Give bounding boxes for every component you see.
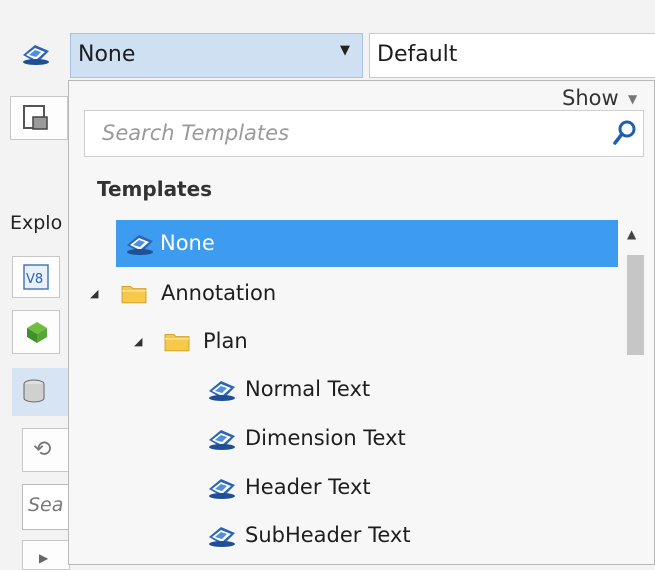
- dropdown-arrow-icon[interactable]: ▼: [340, 43, 350, 58]
- refresh-button[interactable]: ⟲: [22, 428, 70, 472]
- text-style-icon: [209, 381, 235, 401]
- explorer-search-placeholder: Sea: [28, 494, 64, 516]
- collapse-arrow-icon[interactable]: ◢: [90, 287, 98, 300]
- show-button[interactable]: Show: [562, 86, 619, 110]
- folder-icon: [121, 285, 147, 304]
- tree-item-subheader-text[interactable]: SubHeader Text: [245, 520, 411, 550]
- model-icon: [27, 322, 47, 343]
- text-style-icon: [127, 235, 153, 255]
- tree-item-header-text[interactable]: Header Text: [245, 472, 371, 502]
- tree-item-none[interactable]: None: [116, 220, 618, 267]
- search-icon[interactable]: [612, 118, 638, 148]
- database-icon: [23, 379, 45, 403]
- model-button[interactable]: [12, 310, 60, 354]
- text-style-icon: [209, 430, 235, 450]
- svg-text:V8: V8: [26, 272, 43, 287]
- play-icon: ▶: [39, 551, 49, 565]
- scroll-up-arrow-icon[interactable]: ▲: [627, 227, 636, 241]
- template-selector-value: None: [78, 42, 136, 67]
- tree-item-dimension-text[interactable]: Dimension Text: [245, 423, 406, 453]
- refresh-icon: ⟲: [33, 437, 52, 462]
- tree-item-annotation[interactable]: Annotation: [161, 278, 276, 308]
- text-style-value: Default: [377, 42, 458, 67]
- text-style-icon: [209, 479, 235, 499]
- collapse-arrow-icon[interactable]: ◢: [134, 335, 142, 348]
- expand-button[interactable]: ▶: [22, 540, 70, 570]
- v8-file-button[interactable]: V8: [12, 256, 60, 298]
- folder-icon: [164, 333, 190, 352]
- tree-item-label: None: [160, 231, 215, 255]
- element-selection-icon: [23, 105, 48, 130]
- tree-item-normal-text[interactable]: Normal Text: [245, 374, 370, 404]
- search-templates-input[interactable]: [100, 118, 580, 148]
- text-style-icon: [23, 45, 49, 65]
- database-button[interactable]: [12, 368, 70, 416]
- text-style-icon: [209, 527, 235, 547]
- explorer-search-input[interactable]: Sea: [22, 484, 70, 530]
- element-selection-button[interactable]: [10, 96, 68, 140]
- show-dropdown-arrow-icon[interactable]: ▼: [628, 92, 637, 106]
- tree-item-plan[interactable]: Plan: [203, 326, 248, 356]
- v8-file-icon: V8: [23, 264, 49, 290]
- templates-heading: Templates: [97, 177, 213, 201]
- scrollbar-thumb[interactable]: [627, 255, 644, 355]
- explorer-label: Explo: [10, 212, 63, 234]
